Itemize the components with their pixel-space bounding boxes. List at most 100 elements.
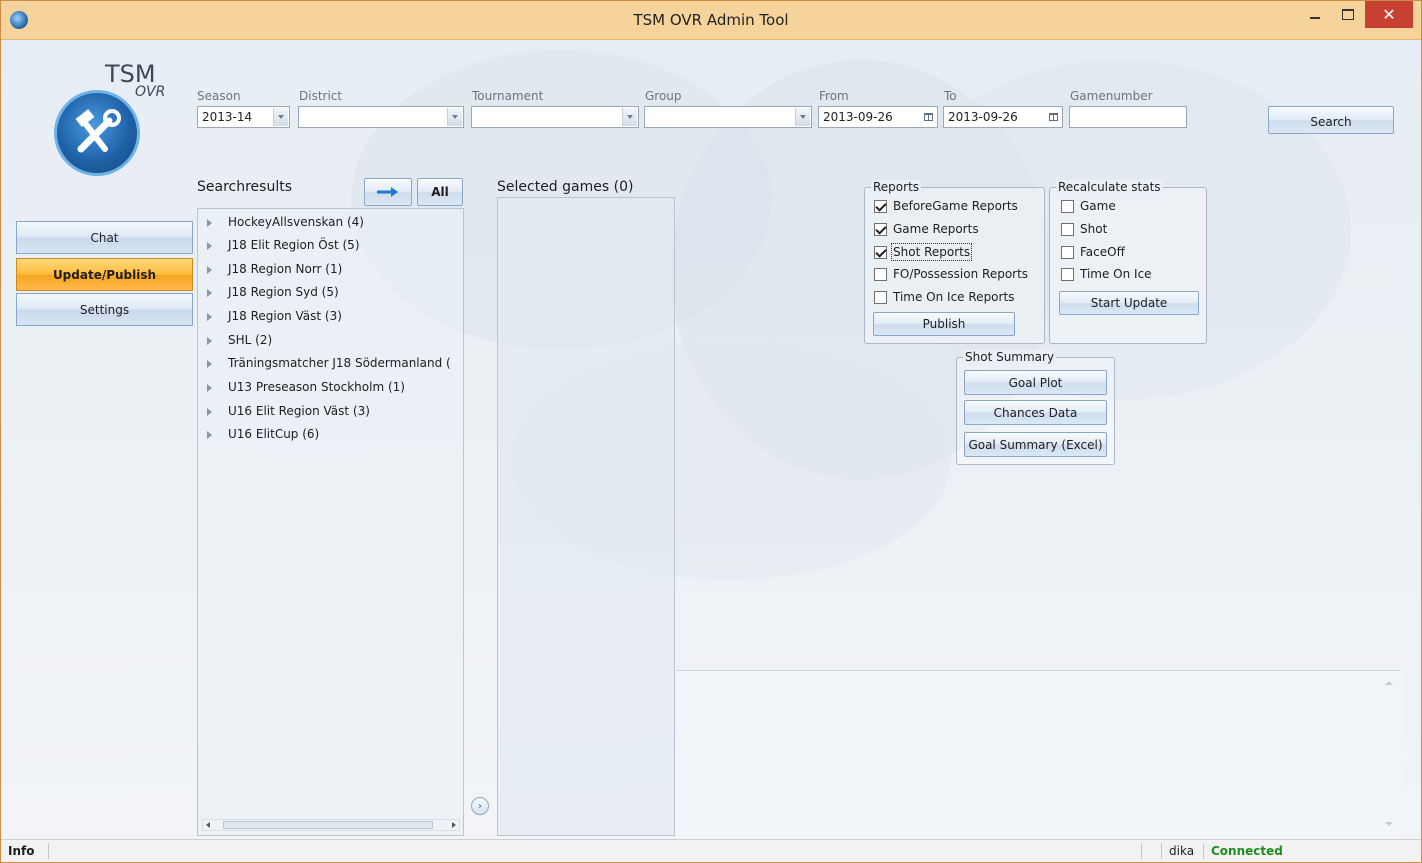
group-dropdown-button[interactable] xyxy=(795,108,810,126)
arrow-right-icon xyxy=(377,187,398,197)
checkbox-icon[interactable] xyxy=(1061,246,1074,259)
tree-item[interactable]: J18 Elit Region Öst (5) xyxy=(198,236,463,256)
searchresults-tree[interactable]: HockeyAllsvenskan (4) J18 Elit Region Ös… xyxy=(197,208,464,836)
expand-icon[interactable] xyxy=(207,266,212,274)
tournament-dropdown-button[interactable] xyxy=(622,108,637,126)
publish-button[interactable]: Publish xyxy=(873,312,1015,336)
add-all-button[interactable]: All xyxy=(417,178,463,206)
logo-subtext: OVR xyxy=(135,84,166,100)
logo-emblem xyxy=(54,90,140,176)
checkbox-checked-icon[interactable] xyxy=(874,223,887,236)
checkbox-icon[interactable] xyxy=(1061,268,1074,281)
group-select[interactable] xyxy=(644,106,812,128)
tree-item[interactable]: HockeyAllsvenskan (4) xyxy=(198,213,463,233)
tree-item[interactable]: Träningsmatcher J18 Södermanland ( xyxy=(198,354,463,374)
tree-item[interactable]: U16 Elit Region Väst (3) xyxy=(198,402,463,422)
scroll-down-icon[interactable] xyxy=(1385,822,1393,826)
add-to-selected-button[interactable] xyxy=(364,178,412,206)
tree-item[interactable]: J18 Region Väst (3) xyxy=(198,307,463,327)
expand-icon[interactable] xyxy=(207,384,212,392)
move-selected-button[interactable]: › xyxy=(471,797,489,815)
close-button[interactable]: ✕ xyxy=(1365,1,1413,28)
selected-games-list[interactable] xyxy=(497,197,675,836)
from-date-value: 2013-09-26 xyxy=(823,110,893,124)
expand-icon[interactable] xyxy=(207,337,212,345)
scroll-right-icon[interactable] xyxy=(452,822,456,828)
nav-chat-button[interactable]: Chat xyxy=(16,221,193,254)
tree-item[interactable]: J18 Region Syd (5) xyxy=(198,283,463,303)
status-info: Info xyxy=(8,844,35,858)
background-watermark xyxy=(351,50,1351,580)
calendar-icon xyxy=(1048,113,1058,121)
status-bar: Info dika Connected xyxy=(1,839,1421,862)
season-label: Season xyxy=(197,89,241,103)
scroll-left-icon[interactable] xyxy=(206,822,210,828)
expand-icon[interactable] xyxy=(207,242,212,250)
maximize-icon xyxy=(1342,9,1354,20)
checkbox-checked-icon[interactable] xyxy=(874,246,887,259)
to-date-picker[interactable]: 2013-09-26 xyxy=(943,106,1063,128)
checkbox-checked-icon[interactable] xyxy=(874,200,887,213)
district-label: District xyxy=(299,89,343,103)
shot-summary-group: Shot Summary Goal Plot Chances Data Goal… xyxy=(956,350,1115,465)
expand-icon[interactable] xyxy=(207,408,212,416)
from-label: From xyxy=(819,89,849,103)
tree-item[interactable]: J18 Region Norr (1) xyxy=(198,260,463,280)
start-update-button[interactable]: Start Update xyxy=(1059,291,1199,315)
reports-group-title: Reports xyxy=(871,180,922,194)
chevron-down-icon xyxy=(452,115,458,119)
tree-item[interactable]: SHL (2) xyxy=(198,331,463,351)
expand-icon[interactable] xyxy=(207,360,212,368)
group-label: Group xyxy=(645,89,682,103)
reports-group: Reports BeforeGame Reports Game Reports … xyxy=(864,180,1045,344)
tree-item[interactable]: U16 ElitCup (6) xyxy=(198,425,463,445)
gamenumber-input[interactable] xyxy=(1069,106,1187,128)
checkbox-icon[interactable] xyxy=(874,268,887,281)
maximize-button[interactable] xyxy=(1332,1,1364,28)
search-button[interactable]: Search xyxy=(1268,106,1394,134)
chevron-down-icon xyxy=(278,115,284,119)
district-dropdown-button[interactable] xyxy=(447,108,462,126)
app-logo: TSM OVR xyxy=(29,58,179,176)
title-bar[interactable]: TSM OVR Admin Tool ✕ xyxy=(1,1,1421,40)
tournament-select[interactable] xyxy=(471,106,639,128)
expand-icon[interactable] xyxy=(207,219,212,227)
status-user: dika xyxy=(1169,844,1195,858)
main-area: TSM OVR Season District Tournament Group… xyxy=(1,40,1421,839)
app-window: TSM OVR Admin Tool ✕ TSM OVR Season Dist… xyxy=(0,0,1422,863)
minimize-icon xyxy=(1310,16,1320,19)
checkbox-icon[interactable] xyxy=(1061,200,1074,213)
selected-games-label: Selected games (0) xyxy=(497,179,634,195)
goal-plot-button[interactable]: Goal Plot xyxy=(964,370,1107,395)
tree-item[interactable]: U13 Preseason Stockholm (1) xyxy=(198,378,463,398)
vertical-scrollbar[interactable] xyxy=(1377,671,1401,836)
scroll-thumb[interactable] xyxy=(223,821,433,829)
checkbox-icon[interactable] xyxy=(874,291,887,304)
scroll-up-icon[interactable] xyxy=(1385,681,1393,685)
recalculate-stats-title: Recalculate stats xyxy=(1056,180,1163,194)
minimize-button[interactable] xyxy=(1299,1,1331,28)
chevron-right-icon: › xyxy=(478,800,482,812)
nav-update-publish-button[interactable]: Update/Publish xyxy=(16,258,193,291)
goal-summary-excel-button[interactable]: Goal Summary (Excel) xyxy=(964,432,1107,457)
season-select[interactable]: 2013-14 xyxy=(197,106,290,128)
horizontal-scrollbar[interactable] xyxy=(202,819,460,831)
district-select[interactable] xyxy=(298,106,464,128)
from-calendar-button[interactable] xyxy=(922,111,934,123)
expand-icon[interactable] xyxy=(207,289,212,297)
status-separator xyxy=(48,843,49,859)
close-icon: ✕ xyxy=(1382,4,1396,24)
expand-icon[interactable] xyxy=(207,431,212,439)
from-date-picker[interactable]: 2013-09-26 xyxy=(818,106,938,128)
calendar-icon xyxy=(923,113,933,121)
tournament-label: Tournament xyxy=(472,89,544,103)
season-dropdown-button[interactable] xyxy=(273,108,288,126)
nav-settings-button[interactable]: Settings xyxy=(16,293,193,326)
checkbox-icon[interactable] xyxy=(1061,223,1074,236)
to-calendar-button[interactable] xyxy=(1047,111,1059,123)
expand-icon[interactable] xyxy=(207,313,212,321)
output-log[interactable] xyxy=(676,670,1401,836)
to-label: To xyxy=(944,89,957,103)
chevron-down-icon xyxy=(800,115,806,119)
chances-data-button[interactable]: Chances Data xyxy=(964,400,1107,425)
